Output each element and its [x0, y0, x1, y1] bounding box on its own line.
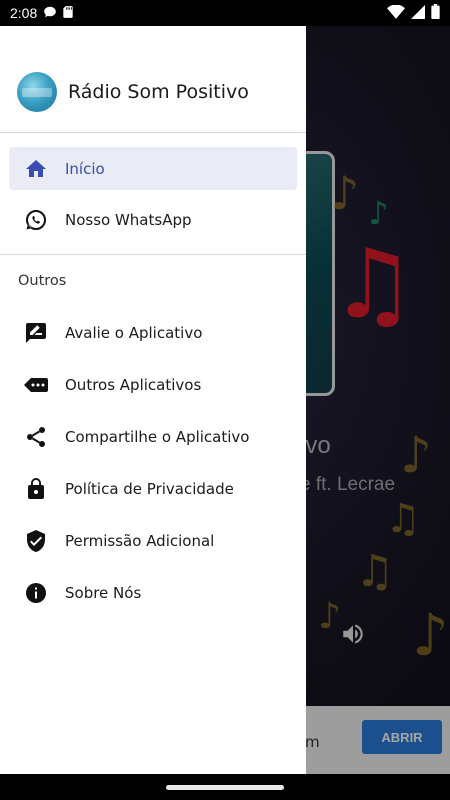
- status-bar: 2:08: [0, 0, 450, 26]
- menu-item-whatsapp[interactable]: Nosso WhatsApp: [9, 194, 297, 246]
- app-logo: [17, 72, 57, 112]
- message-notification-icon: [43, 4, 57, 23]
- menu-item-label: Avalie o Aplicativo: [65, 324, 203, 342]
- menu-item-inicio[interactable]: Início: [9, 147, 297, 190]
- menu-item-label: Início: [65, 159, 105, 178]
- menu-item-compartilhe[interactable]: Compartilhe o Aplicativo: [9, 411, 297, 463]
- menu-item-label: Permissão Adicional: [65, 532, 215, 550]
- more-apps-icon: [24, 373, 48, 397]
- menu-item-sobre[interactable]: Sobre Nós: [9, 567, 297, 619]
- menu-item-outros-aplicativos[interactable]: Outros Aplicativos: [9, 359, 297, 411]
- section-header-outros: Outros: [18, 273, 67, 289]
- menu-item-label: Outros Aplicativos: [65, 376, 202, 394]
- verified-shield-icon: [24, 529, 48, 553]
- home-gesture-handle[interactable]: [166, 784, 284, 790]
- status-time: 2:08: [10, 5, 38, 21]
- menu-item-label: Sobre Nós: [65, 584, 142, 602]
- info-icon: [24, 581, 48, 605]
- menu-item-avalie[interactable]: Avalie o Aplicativo: [9, 307, 297, 359]
- share-icon: [24, 425, 48, 449]
- menu-item-label: Política de Privacidade: [65, 480, 234, 498]
- cell-signal-icon: [411, 4, 425, 23]
- menu-item-label: Compartilhe o Aplicativo: [65, 428, 250, 446]
- system-navigation-bar: [0, 774, 450, 800]
- wifi-icon: [387, 4, 405, 23]
- menu-item-privacidade[interactable]: Política de Privacidade: [9, 463, 297, 515]
- navigation-drawer: Rádio Som Positivo Início Nosso WhatsApp…: [0, 26, 306, 774]
- app-title: Rádio Som Positivo: [68, 81, 249, 103]
- lock-icon: [24, 477, 48, 501]
- sd-card-icon: [62, 4, 74, 23]
- home-icon: [24, 157, 48, 181]
- menu-item-label: Nosso WhatsApp: [65, 211, 192, 229]
- menu-item-permissao[interactable]: Permissão Adicional: [9, 515, 297, 567]
- drawer-header: Rádio Som Positivo: [0, 26, 306, 132]
- battery-icon: [431, 3, 440, 23]
- rate-review-icon: [24, 321, 48, 345]
- whatsapp-icon: [24, 208, 48, 232]
